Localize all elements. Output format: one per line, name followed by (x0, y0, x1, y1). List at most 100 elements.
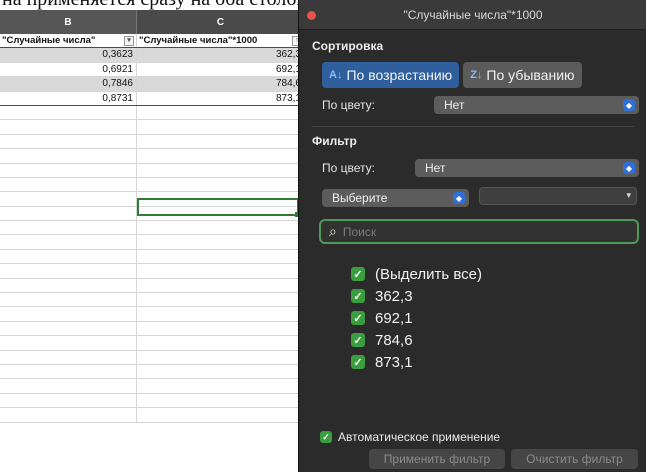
list-item[interactable]: ✓ 692,1 (351, 307, 482, 329)
cell[interactable]: 0,7846 (0, 77, 137, 91)
cell[interactable] (0, 307, 137, 321)
clear-filter-button[interactable]: Очистить фильтр (511, 449, 638, 469)
column-header-b[interactable]: B (0, 10, 137, 34)
cell[interactable] (0, 350, 137, 364)
cell[interactable] (0, 149, 137, 163)
cell[interactable]: 0,3623 (0, 48, 137, 62)
cell[interactable] (0, 408, 137, 422)
sort-ascending-icon: A↓ (329, 69, 343, 81)
cell[interactable] (137, 336, 305, 350)
cell[interactable] (137, 350, 305, 364)
choose-condition-select[interactable]: Выберите ◆ (322, 189, 469, 207)
empty-row (0, 408, 305, 423)
list-item[interactable]: ✓ 873,1 (351, 351, 482, 373)
cell[interactable] (137, 235, 305, 249)
cell[interactable]: 0,6921 (0, 62, 137, 77)
checkbox-checked-icon[interactable]: ✓ (320, 431, 332, 443)
checkbox-checked-icon[interactable]: ✓ (351, 267, 365, 281)
cell[interactable] (137, 134, 305, 149)
cell[interactable] (0, 249, 137, 264)
cell[interactable] (137, 379, 305, 393)
cell[interactable] (137, 221, 305, 235)
condition-value-select[interactable]: ▾ (479, 187, 637, 205)
empty-row (0, 192, 305, 207)
list-item-label: 692,1 (375, 309, 413, 327)
empty-row (0, 264, 305, 279)
search-input[interactable] (342, 224, 603, 239)
search-box[interactable]: ⌕ (319, 219, 639, 244)
sort-descending-button[interactable]: Z↓ По убыванию (463, 62, 582, 88)
empty-row (0, 163, 305, 178)
divider (312, 126, 634, 127)
cell[interactable] (0, 278, 137, 293)
cell[interactable] (137, 163, 305, 177)
cell[interactable] (137, 408, 305, 422)
cell[interactable]: 0,8731 (0, 91, 137, 105)
sort-color-select[interactable]: Нет ◆ (434, 96, 639, 114)
cell[interactable] (137, 120, 305, 134)
cell[interactable] (0, 120, 137, 134)
cell[interactable] (0, 221, 137, 235)
table-row: 0,7846 784,6 (0, 77, 305, 92)
list-item[interactable]: ✓ (Выделить все) (351, 263, 482, 285)
sort-color-label: По цвету: (322, 98, 375, 112)
auto-apply-option[interactable]: ✓ Автоматическое применение (320, 430, 500, 444)
apply-filter-button[interactable]: Применить фильтр (369, 449, 505, 469)
cell[interactable]: 692,1 (137, 62, 305, 77)
filter-dropdown-icon[interactable]: ▾ (124, 35, 134, 46)
empty-row (0, 235, 305, 250)
cell[interactable]: 873,1 (137, 91, 305, 105)
table-row: 0,8731 873,1 (0, 91, 305, 106)
sort-descending-icon: Z↓ (470, 69, 483, 81)
cell[interactable] (137, 293, 305, 307)
cell[interactable] (137, 105, 305, 120)
cell[interactable] (0, 163, 137, 177)
cell[interactable] (137, 364, 305, 379)
cell[interactable] (0, 192, 137, 206)
sort-ascending-button[interactable]: A↓ По возрастанию (322, 62, 460, 88)
select-stepper-icon: ◆ (623, 162, 635, 174)
cell[interactable] (137, 192, 305, 206)
cell-b-header[interactable]: "Случайные числа" ▾ (0, 34, 137, 48)
cell[interactable] (0, 235, 137, 249)
filter-color-select[interactable]: Нет ◆ (415, 159, 639, 177)
cell[interactable] (137, 278, 305, 293)
cell[interactable] (137, 393, 305, 408)
cell[interactable] (0, 206, 137, 221)
cell[interactable] (137, 264, 305, 278)
empty-row (0, 278, 305, 294)
checkbox-checked-icon[interactable]: ✓ (351, 311, 365, 325)
auto-apply-label: Автоматическое применение (338, 430, 501, 444)
cell[interactable] (0, 336, 137, 350)
list-item[interactable]: ✓ 784,6 (351, 329, 482, 351)
cell[interactable] (137, 206, 305, 221)
cell[interactable] (0, 264, 137, 278)
panel-titlebar[interactable]: "Случайные числа"*1000 (299, 0, 646, 30)
filter-section-title: Фильтр (312, 134, 357, 148)
header-text-b: "Случайные числа" (2, 35, 96, 47)
cell[interactable] (0, 393, 137, 408)
cell-c-header[interactable]: "Случайные числа"*1000 ↑ (137, 34, 305, 48)
cell[interactable] (0, 293, 137, 307)
cell[interactable]: 362,3 (137, 48, 305, 62)
cell[interactable] (137, 249, 305, 264)
cell[interactable] (137, 177, 305, 192)
checkbox-checked-icon[interactable]: ✓ (351, 355, 365, 369)
checkbox-checked-icon[interactable]: ✓ (351, 333, 365, 347)
cell[interactable] (137, 321, 305, 336)
cell[interactable] (0, 364, 137, 379)
column-header-c[interactable]: C (137, 10, 305, 34)
empty-row (0, 321, 305, 337)
cell[interactable] (0, 379, 137, 393)
close-icon[interactable] (307, 11, 316, 20)
cell[interactable] (0, 105, 137, 120)
cell[interactable] (137, 307, 305, 321)
cell[interactable] (137, 149, 305, 163)
checkbox-checked-icon[interactable]: ✓ (351, 289, 365, 303)
cell[interactable] (0, 321, 137, 336)
column-headers: B C (0, 10, 305, 34)
list-item[interactable]: ✓ 362,3 (351, 285, 482, 307)
cell[interactable] (0, 177, 137, 192)
cell[interactable] (0, 134, 137, 149)
cell[interactable]: 784,6 (137, 77, 305, 91)
